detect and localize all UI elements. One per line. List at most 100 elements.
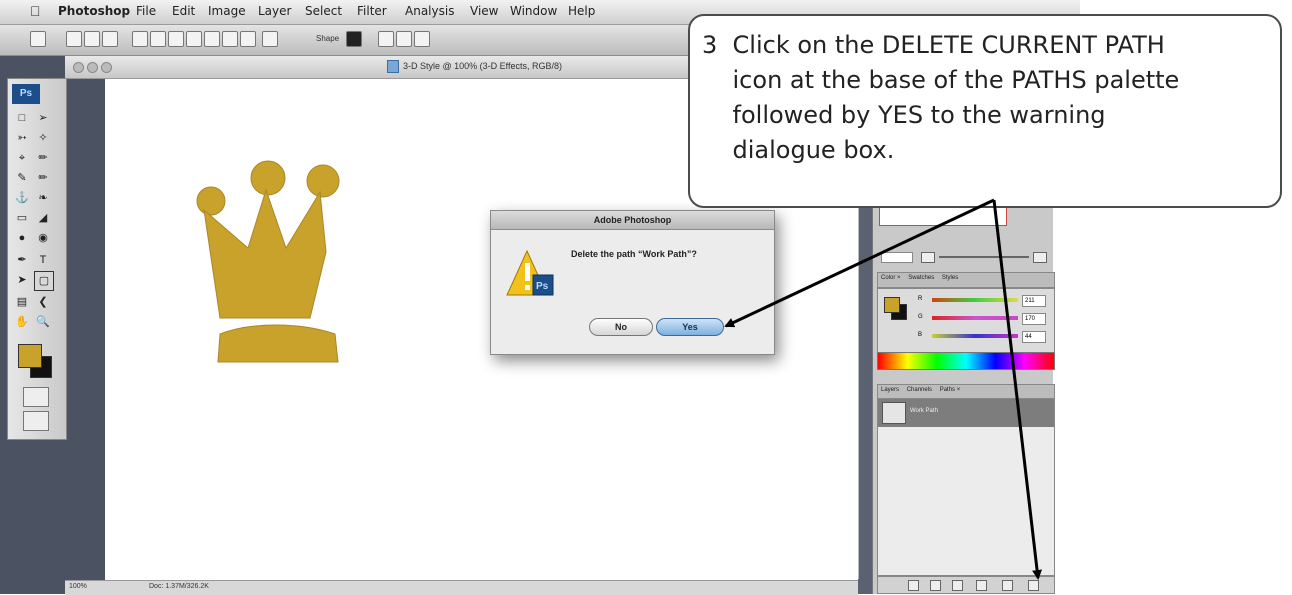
work-path-row[interactable]: Work Path — [878, 399, 1054, 427]
delete-current-path-icon[interactable] — [1028, 580, 1039, 591]
hand-tool-icon[interactable]: ✋ — [13, 313, 31, 331]
fill-path-icon[interactable] — [908, 580, 919, 591]
shape-layers-icon[interactable] — [66, 31, 82, 47]
red-slider-row: R 211 — [918, 295, 1048, 307]
tab-paths[interactable]: Paths × — [937, 385, 964, 395]
pen-icon[interactable] — [132, 31, 148, 47]
tab-swatches[interactable]: Swatches — [905, 273, 937, 283]
tab-channels[interactable]: Channels — [904, 385, 935, 395]
menu-view[interactable]: View — [470, 4, 498, 18]
zoom-window-icon[interactable] — [101, 62, 112, 73]
intersect-path-icon[interactable] — [414, 31, 430, 47]
green-slider[interactable] — [932, 316, 1018, 320]
load-path-as-selection-icon[interactable] — [952, 580, 963, 591]
pen-tool-preset-icon[interactable] — [30, 31, 46, 47]
menu-select[interactable]: Select — [305, 4, 342, 18]
make-work-path-icon[interactable] — [976, 580, 987, 591]
blue-label: B — [918, 332, 923, 338]
work-path-thumbnail — [882, 402, 906, 424]
green-value[interactable]: 170 — [1022, 313, 1046, 325]
blue-slider[interactable] — [932, 334, 1018, 338]
document-status-bar: 100% Doc: 1.37M/326.2K — [65, 580, 858, 595]
menu-photoshop[interactable]: Photoshop — [58, 4, 130, 18]
callout-text: 3 Click on the DELETE CURRENT PATH icon … — [702, 31, 1180, 164]
subtract-path-icon[interactable] — [396, 31, 412, 47]
menu-layer[interactable]: Layer — [258, 4, 291, 18]
freeform-pen-icon[interactable] — [150, 31, 166, 47]
green-slider-row: G 170 — [918, 313, 1048, 325]
notes-tool-icon[interactable]: ▤ — [13, 293, 31, 311]
tab-styles[interactable]: Styles — [939, 273, 961, 283]
paths-panel: Work Path — [877, 398, 1055, 576]
crop-tool-icon[interactable]: ⌖ — [13, 149, 31, 167]
minimize-window-icon[interactable] — [87, 62, 98, 73]
color-panel-foreground-swatch[interactable] — [884, 297, 900, 313]
yes-button[interactable]: Yes — [656, 318, 724, 336]
eyedropper-tool-icon[interactable]: ❮ — [34, 293, 52, 311]
paths-panel-footer — [877, 576, 1055, 594]
navigator-zoom-row — [881, 250, 1051, 264]
stroke-path-icon[interactable] — [930, 580, 941, 591]
apple-icon[interactable]:  — [30, 3, 41, 19]
pen-tool-icon[interactable]: ✒ — [13, 251, 31, 269]
color-spectrum-bar[interactable] — [877, 352, 1055, 370]
close-window-icon[interactable] — [73, 62, 84, 73]
create-new-path-icon[interactable] — [1002, 580, 1013, 591]
menu-window[interactable]: Window — [510, 4, 557, 18]
gradient-tool-icon[interactable]: ◢ — [34, 209, 52, 227]
polygon-shape-icon[interactable] — [222, 31, 238, 47]
menu-analysis[interactable]: Analysis — [405, 4, 454, 18]
photoshop-logo[interactable]: Ps — [12, 84, 40, 104]
blur-tool-icon[interactable]: ● — [13, 229, 31, 247]
path-selection-tool-icon[interactable]: ➤ — [13, 271, 31, 289]
zoom-slider[interactable] — [939, 256, 1029, 258]
no-button[interactable]: No — [589, 318, 653, 336]
ellipse-shape-icon[interactable] — [204, 31, 220, 47]
add-to-path-icon[interactable] — [378, 31, 394, 47]
menu-edit[interactable]: Edit — [172, 4, 195, 18]
red-slider[interactable] — [932, 298, 1018, 302]
marquee-tool-icon[interactable]: □ — [13, 109, 31, 127]
red-value[interactable]: 211 — [1022, 295, 1046, 307]
blue-slider-row: B 44 — [918, 331, 1048, 343]
type-tool-icon[interactable]: T — [34, 251, 52, 269]
quick-mask-button[interactable] — [23, 387, 49, 407]
zoom-out-icon[interactable] — [921, 252, 935, 263]
dialog-title: Adobe Photoshop — [491, 211, 774, 230]
tab-color[interactable]: Color × — [878, 273, 904, 283]
brush-tool-icon[interactable]: ✏ — [34, 169, 52, 187]
status-zoom[interactable]: 100% — [69, 583, 87, 590]
foreground-color-swatch[interactable] — [18, 344, 42, 368]
menu-help[interactable]: Help — [568, 4, 595, 18]
crown-shape — [196, 160, 340, 363]
blue-value[interactable]: 44 — [1022, 331, 1046, 343]
fill-pixels-icon[interactable] — [102, 31, 118, 47]
navigator-zoom-field[interactable] — [881, 252, 913, 263]
eraser-tool-icon[interactable]: ▭ — [13, 209, 31, 227]
crown-shape-picker-icon[interactable] — [346, 31, 362, 47]
lasso-tool-icon[interactable]: ➳ — [13, 129, 31, 147]
line-shape-icon[interactable] — [240, 31, 256, 47]
custom-shape-icon[interactable] — [262, 31, 278, 47]
rounded-rectangle-icon[interactable] — [186, 31, 202, 47]
menu-filter[interactable]: Filter — [357, 4, 387, 18]
warning-icon: Ps — [506, 249, 554, 296]
menu-image[interactable]: Image — [208, 4, 246, 18]
tab-layers[interactable]: Layers — [878, 385, 902, 395]
custom-shape-tool-icon[interactable]: ▢ — [34, 271, 54, 291]
slice-tool-icon[interactable]: ✏ — [34, 149, 52, 167]
zoom-tool-icon[interactable]: 🔍 — [34, 313, 52, 331]
zoom-in-icon[interactable] — [1033, 252, 1047, 263]
paths-mode-icon[interactable] — [84, 31, 100, 47]
healing-brush-tool-icon[interactable]: ✎ — [13, 169, 31, 187]
clone-stamp-tool-icon[interactable]: ⚓ — [13, 189, 31, 207]
menu-file[interactable]: File — [136, 4, 156, 18]
history-brush-tool-icon[interactable]: ❧ — [34, 189, 52, 207]
magic-wand-tool-icon[interactable]: ✧ — [34, 129, 52, 147]
dodge-tool-icon[interactable]: ◉ — [34, 229, 52, 247]
move-tool-icon[interactable]: ➢ — [34, 109, 52, 127]
delete-path-dialog: Adobe Photoshop Ps Delete the path “Work… — [490, 210, 775, 355]
dialog-message: Delete the path “Work Path”? — [571, 249, 697, 259]
rectangle-shape-icon[interactable] — [168, 31, 184, 47]
screen-mode-button[interactable] — [23, 411, 49, 431]
